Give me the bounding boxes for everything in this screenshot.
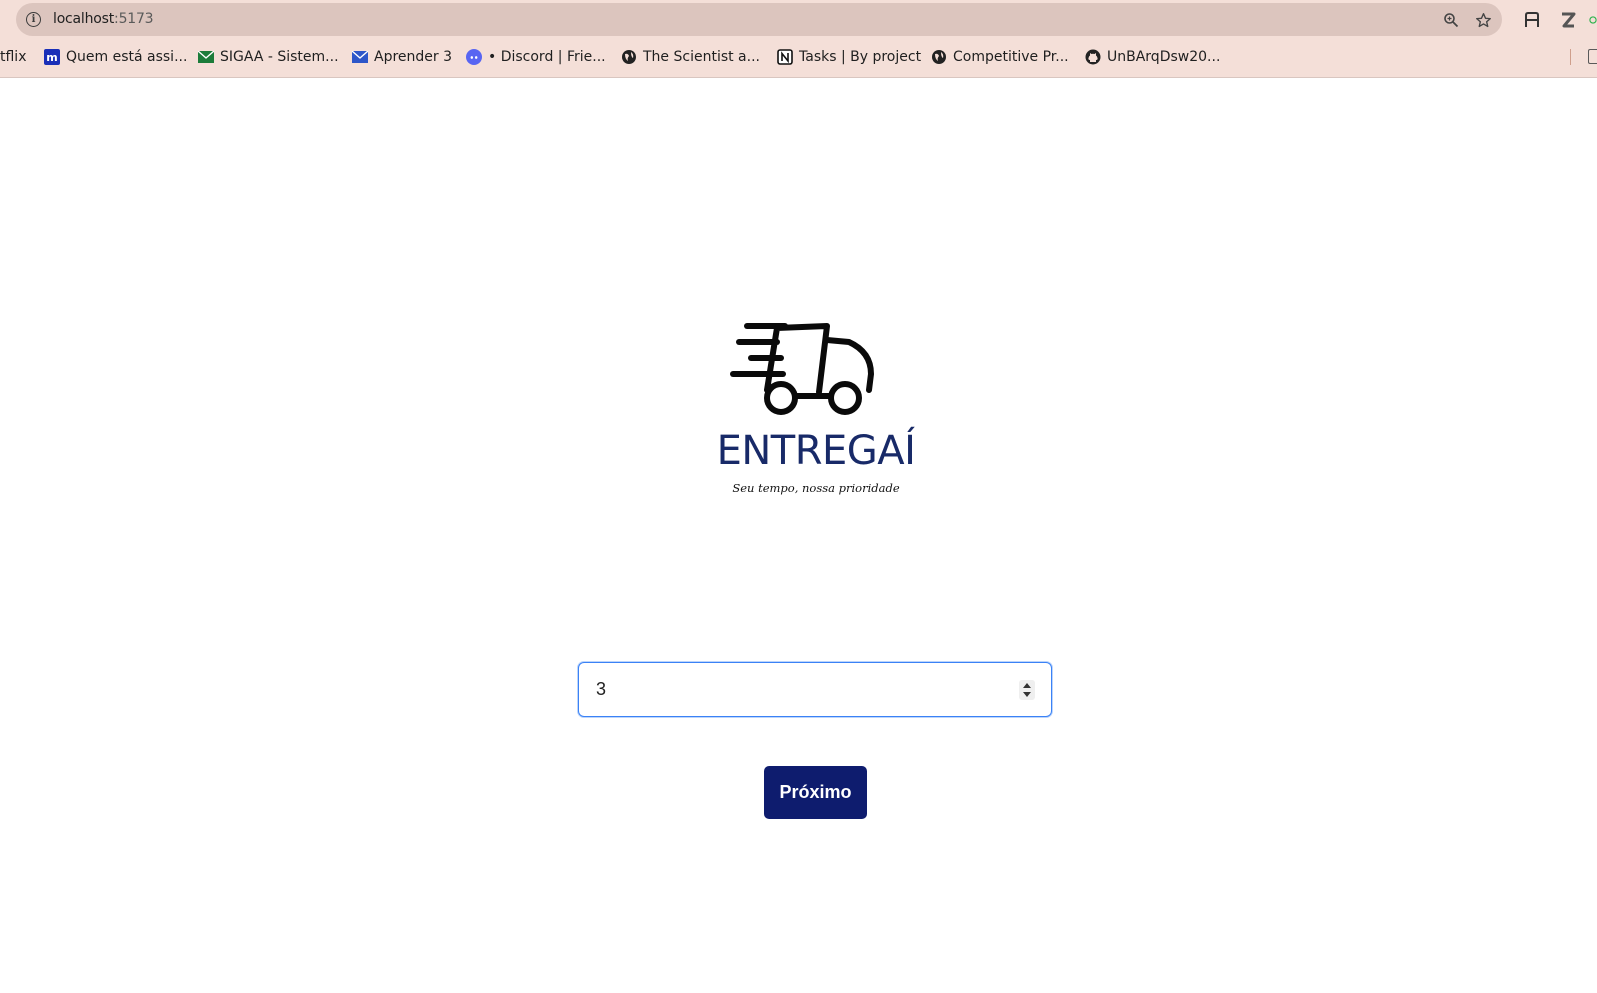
bookmark-label: Competitive Pr... xyxy=(953,49,1069,65)
bookmark-label: The Scientist a... xyxy=(643,49,760,65)
bookmark-label: tflix xyxy=(0,49,27,65)
z-extension-icon[interactable] xyxy=(1556,8,1580,32)
bookmark-label: Quem está assi... xyxy=(66,49,188,65)
m-logo-icon: m xyxy=(44,49,60,65)
bookmark-label: SIGAA - Sistem... xyxy=(220,49,339,65)
quantity-value: 3 xyxy=(596,679,607,699)
globe-icon xyxy=(931,49,947,65)
next-button[interactable]: Próximo xyxy=(764,766,867,819)
bookmark-label: UnBArqDsw20... xyxy=(1107,49,1221,65)
bookmarks-separator xyxy=(1570,49,1571,65)
notion-icon xyxy=(777,49,793,65)
bookmark-github[interactable]: UnBArqDsw20... xyxy=(1085,47,1220,67)
address-bar[interactable]: i localhost:5173 xyxy=(16,3,1502,36)
site-info-icon[interactable]: i xyxy=(26,12,41,27)
bookmark-competitive[interactable]: Competitive Pr... xyxy=(931,47,1069,67)
bookmark-scientist[interactable]: The Scientist a... xyxy=(621,47,760,67)
quantity-input[interactable]: 3 xyxy=(578,662,1052,717)
reading-list-icon[interactable] xyxy=(1520,8,1544,32)
quantity-stepper[interactable] xyxy=(1019,680,1035,700)
extension-icon[interactable] xyxy=(1589,8,1597,32)
brand-name: ENTREGAÍ xyxy=(716,428,916,474)
bookmark-tasks[interactable]: Tasks | By project xyxy=(777,47,921,67)
bookmark-discord[interactable]: • Discord | Frie... xyxy=(466,47,606,67)
bookmark-label: • Discord | Frie... xyxy=(488,49,606,65)
chevron-up-icon[interactable] xyxy=(1023,683,1031,688)
bookmark-netflix[interactable]: tflix xyxy=(0,47,26,67)
github-icon xyxy=(1085,49,1101,65)
brand-tagline: Seu tempo, nossa prioridade xyxy=(732,481,900,495)
other-bookmarks-folder-icon[interactable] xyxy=(1588,49,1597,64)
envelope-icon xyxy=(198,49,214,65)
bookmarks-bar: tflix m Quem está assi... SIGAA - Sistem… xyxy=(0,44,1597,70)
globe-icon xyxy=(621,49,637,65)
zoom-icon[interactable] xyxy=(1440,9,1462,31)
bookmark-label: Tasks | By project xyxy=(799,49,922,65)
truck-icon xyxy=(730,323,874,415)
bookmark-aprender[interactable]: Aprender 3 xyxy=(352,47,452,67)
browser-chrome: i localhost:5173 tflix m Quem está assi.… xyxy=(0,0,1597,78)
bookmark-label: Aprender 3 xyxy=(374,49,453,65)
address-url[interactable]: localhost:5173 xyxy=(53,11,154,27)
svg-text:m: m xyxy=(46,51,57,64)
envelope-icon xyxy=(352,49,368,65)
discord-icon xyxy=(466,49,482,65)
url-port: :5173 xyxy=(114,11,154,27)
chevron-down-icon[interactable] xyxy=(1023,692,1031,697)
bookmark-sigaa[interactable]: SIGAA - Sistem... xyxy=(198,47,339,67)
bookmark-star-icon[interactable] xyxy=(1472,9,1494,31)
url-host: localhost xyxy=(53,11,115,27)
bookmark-quem-esta[interactable]: m Quem está assi... xyxy=(44,47,187,67)
